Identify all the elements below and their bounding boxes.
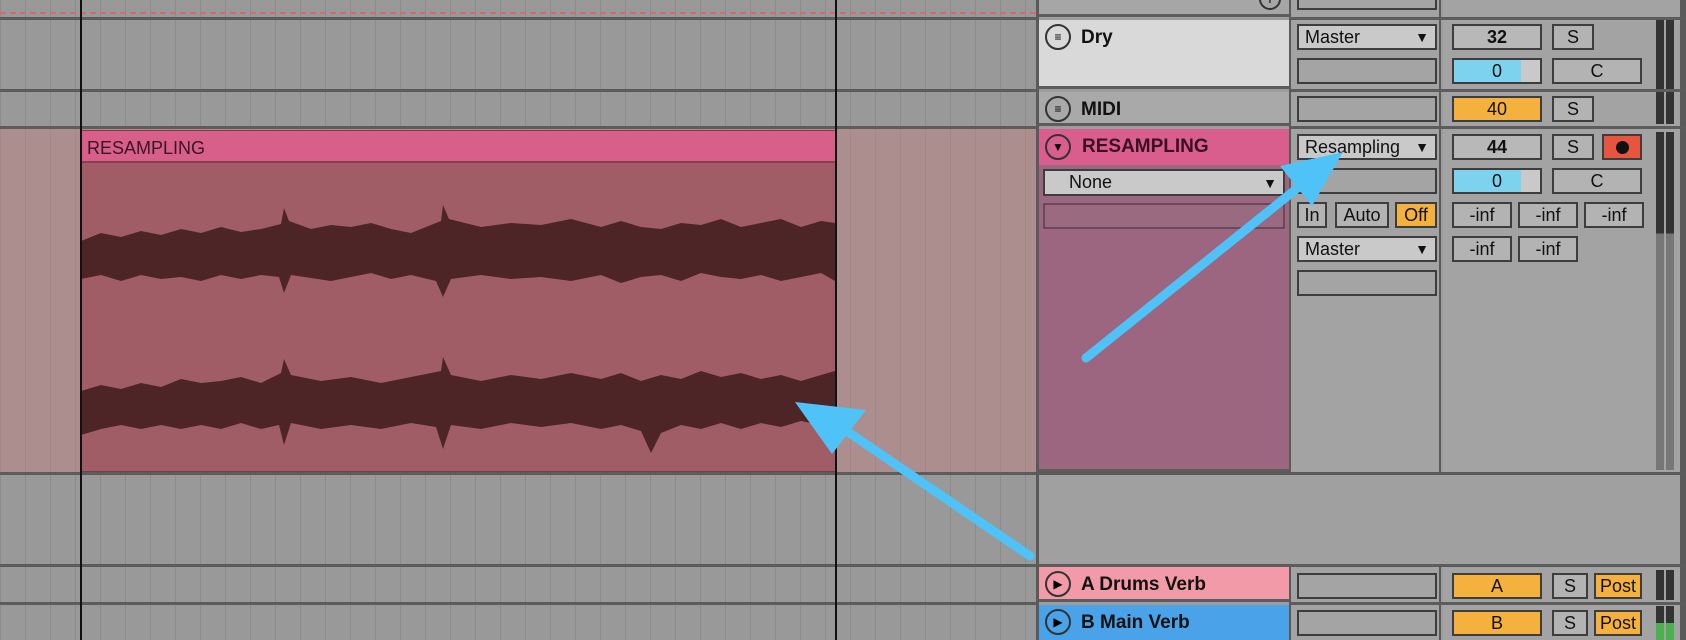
annotation-arrows [795,152,1343,561]
